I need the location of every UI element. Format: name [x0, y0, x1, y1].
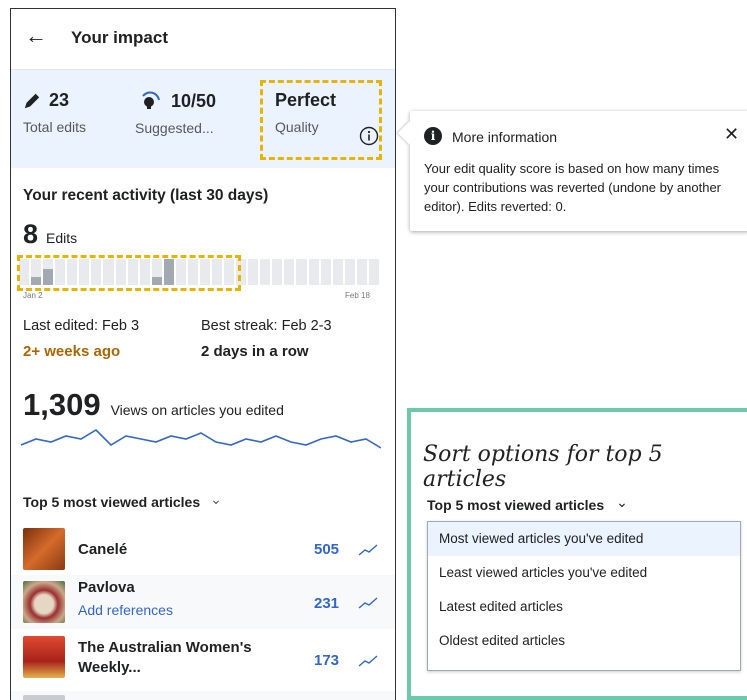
activity-day-bar	[344, 259, 355, 285]
activity-day-bar	[284, 259, 295, 285]
trend-icon	[358, 597, 378, 609]
article-title: Canelé	[78, 541, 128, 558]
article-thumbnail	[23, 636, 65, 678]
activity-day-bar	[308, 259, 319, 285]
stats-strip: 23 Total edits 10/50 Suggested... Perfec…	[11, 70, 395, 168]
stat-suggested[interactable]: 10/50 Suggested...	[135, 90, 217, 137]
sort-dropdown-label: Top 5 most viewed articles	[427, 497, 605, 513]
activity-end-date: Feb 18	[345, 291, 370, 300]
activity-day-bar	[368, 259, 379, 285]
more-info-popover: i More information ✕ Your edit quality s…	[410, 111, 747, 231]
activity-start-date: Jan 2	[23, 291, 43, 300]
last-edited-label: Last edited: Feb 3	[23, 318, 140, 334]
edits-label: Edits	[46, 230, 78, 246]
chevron-down-icon: ⌄	[616, 494, 628, 510]
suggested-label: Suggested...	[135, 120, 214, 136]
top-articles-dropdown[interactable]: Top 5 most viewed articles ⌄	[23, 491, 222, 511]
last-edited-value: 2+ weeks ago	[23, 343, 121, 360]
suggested-value: 10/50	[171, 90, 217, 111]
activity-day-bar	[332, 259, 343, 285]
top-articles-heading: Top 5 most viewed articles	[23, 494, 201, 510]
recent-activity-title: Your recent activity (last 30 days)	[23, 187, 269, 204]
pencil-icon	[24, 93, 40, 108]
header-bar: ← Your impact	[11, 9, 395, 70]
trend-icon	[358, 655, 378, 667]
article-thumbnail	[23, 695, 65, 700]
sort-options-title: Sort options for top 5 articles	[423, 442, 663, 492]
views-row: 1,309 Views on articles you edited	[23, 387, 284, 423]
total-edits-label: Total edits	[23, 119, 87, 135]
sort-option-latest-edited[interactable]: Latest edited articles	[428, 590, 740, 624]
activity-highlight-box	[17, 255, 241, 291]
views-sparkline	[21, 428, 381, 449]
edits-count: 8	[23, 219, 39, 249]
total-edits-value: 23	[49, 90, 70, 110]
article-views: 231	[314, 595, 340, 612]
list-item[interactable]: The Australian Women's Weekly... 173	[11, 630, 395, 690]
activity-day-bar	[356, 259, 367, 285]
impact-panel: ← Your impact 23 Total edits 10/50 Sugge…	[10, 8, 396, 700]
best-streak-label: Best streak: Feb 2-3	[201, 318, 332, 334]
edits-count-row: 8 Edits	[23, 219, 77, 250]
list-item[interactable]: Canelé 505	[11, 524, 395, 574]
chevron-down-icon: ⌄	[210, 491, 222, 507]
trend-icon	[358, 544, 378, 556]
activity-day-bar	[248, 259, 259, 285]
info-icon: i	[424, 127, 442, 145]
lightbulb-icon	[142, 91, 160, 109]
activity-day-bar	[296, 259, 307, 285]
page-title: Your impact	[71, 28, 168, 47]
article-thumbnail	[23, 581, 65, 623]
list-item-partial	[11, 691, 395, 700]
activity-day-bar	[320, 259, 331, 285]
add-references-link[interactable]: Add references	[78, 602, 173, 618]
article-thumbnail	[23, 528, 65, 570]
sort-option-most-viewed[interactable]: Most viewed articles you've edited	[428, 522, 740, 556]
article-title: The Australian Women's Weekly...	[78, 639, 252, 676]
list-item[interactable]: Pavlova Add references 231	[11, 575, 395, 629]
close-icon[interactable]: ✕	[724, 124, 739, 145]
article-title: Pavlova	[78, 579, 135, 596]
article-views: 173	[314, 652, 340, 669]
stat-total-edits: 23 Total edits	[23, 90, 86, 135]
sort-dropdown[interactable]: Top 5 most viewed articles ⌄	[427, 494, 628, 514]
sort-option-least-viewed[interactable]: Least viewed articles you've edited	[428, 556, 740, 590]
sort-options-panel: Sort options for top 5 articles Top 5 mo…	[407, 408, 747, 700]
popover-body: Your edit quality score is based on how …	[424, 161, 722, 214]
sort-option-oldest-edited[interactable]: Oldest edited articles	[428, 624, 740, 658]
views-label: Views on articles you edited	[110, 402, 284, 418]
back-arrow-icon[interactable]: ←	[25, 23, 47, 49]
best-streak-value: 2 days in a row	[201, 343, 309, 360]
activity-day-bar	[260, 259, 271, 285]
popover-title: More information	[452, 129, 558, 145]
quality-highlight-box	[260, 80, 382, 160]
views-count: 1,309	[23, 387, 101, 422]
activity-day-bar	[272, 259, 283, 285]
sort-menu: Most viewed articles you've edited Least…	[427, 521, 741, 671]
article-views: 505	[314, 541, 340, 558]
